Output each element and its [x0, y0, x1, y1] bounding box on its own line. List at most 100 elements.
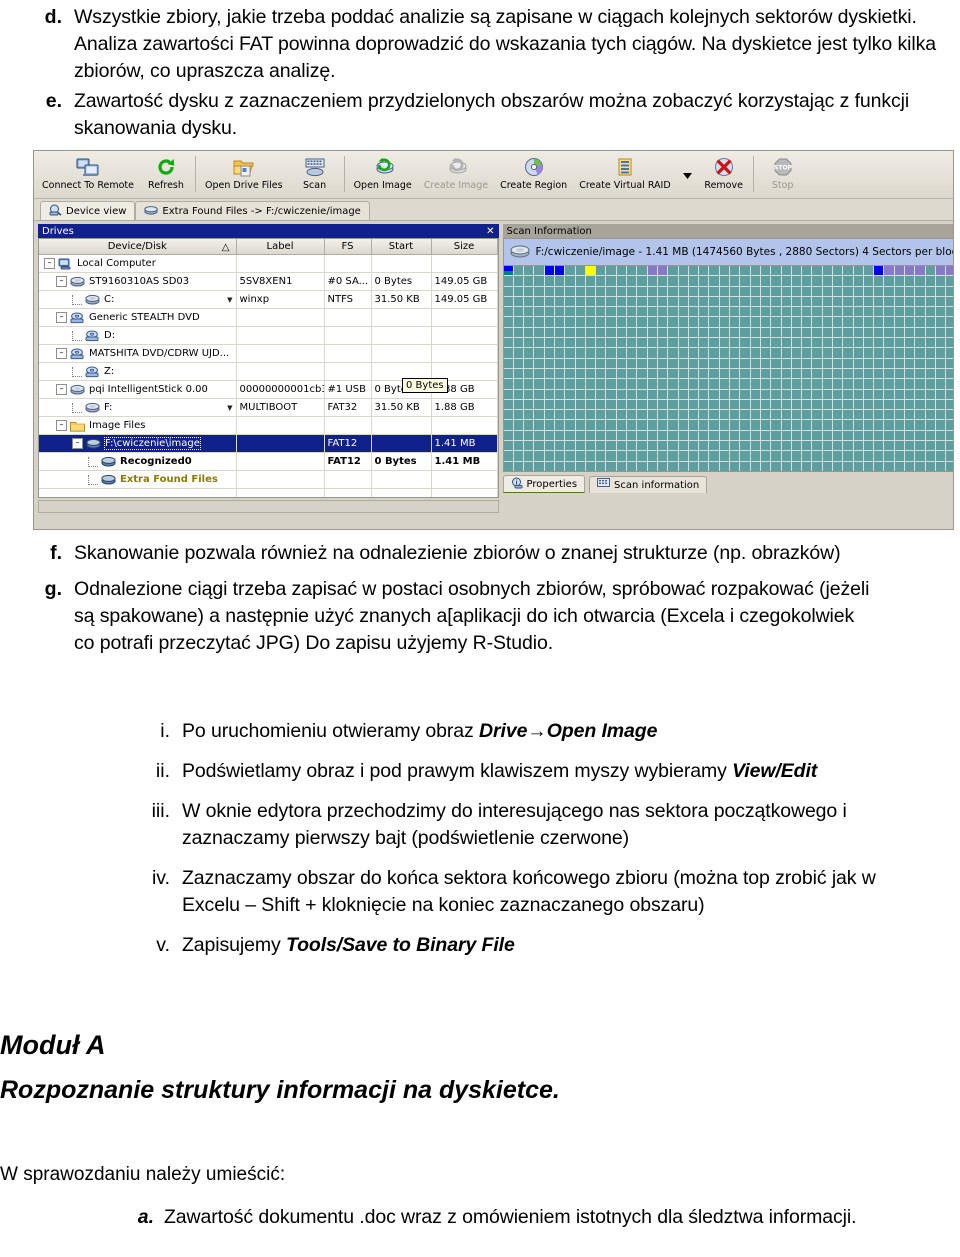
button-properties[interactable]: i Properties	[502, 475, 586, 493]
scan-map-block[interactable]	[699, 389, 710, 400]
scan-map-block[interactable]	[513, 379, 525, 390]
scan-map-block[interactable]	[946, 410, 953, 421]
scan-map-block[interactable]	[925, 430, 936, 442]
scan-map-block[interactable]	[524, 461, 535, 471]
scan-block-map[interactable]	[502, 265, 953, 472]
scan-map-block[interactable]	[719, 348, 731, 359]
scan-map-block[interactable]	[781, 358, 792, 369]
scan-map-block[interactable]	[925, 296, 936, 308]
scan-map-block[interactable]	[524, 441, 535, 452]
scan-map-block[interactable]	[627, 389, 638, 400]
scan-map-block[interactable]	[863, 410, 875, 421]
scan-map-block[interactable]	[905, 296, 916, 308]
scan-map-block[interactable]	[637, 317, 648, 328]
scan-map-block[interactable]	[802, 296, 813, 308]
scan-map-block[interactable]	[544, 307, 555, 318]
scan-map-block[interactable]	[791, 461, 803, 471]
scan-map-block[interactable]	[884, 368, 895, 380]
scan-map-block[interactable]	[678, 317, 689, 328]
scan-map-block[interactable]	[524, 286, 535, 297]
scan-map-block[interactable]	[730, 307, 741, 318]
scan-map-block[interactable]	[544, 286, 555, 297]
scan-map-block[interactable]	[503, 317, 514, 328]
scan-map-block[interactable]	[699, 266, 710, 277]
scan-map-block[interactable]	[915, 338, 926, 349]
scan-map-block[interactable]	[524, 368, 535, 380]
scan-map-block[interactable]	[678, 368, 689, 380]
scan-map-block[interactable]	[750, 296, 761, 308]
scan-map-block[interactable]	[771, 317, 782, 328]
toolbar-button-create-virtual-raid[interactable]: Create Virtual RAID	[573, 153, 676, 198]
scan-map-block[interactable]	[678, 420, 689, 431]
scan-map-block[interactable]	[616, 348, 628, 359]
scan-map-block[interactable]	[884, 348, 895, 359]
scan-map-block[interactable]	[863, 276, 875, 287]
scan-map-block[interactable]	[925, 338, 936, 349]
scan-map-block[interactable]	[565, 379, 576, 390]
scan-map-block[interactable]	[812, 451, 823, 462]
scan-map-block[interactable]	[524, 327, 535, 339]
scan-map-block[interactable]	[544, 327, 555, 339]
scan-map-block[interactable]	[750, 266, 761, 277]
scan-map-block[interactable]	[513, 327, 525, 339]
scan-map-block[interactable]	[503, 307, 514, 318]
scan-map-block[interactable]	[513, 338, 525, 349]
scan-map-block[interactable]	[935, 451, 947, 462]
scan-map-block[interactable]	[719, 389, 731, 400]
scan-map-block[interactable]	[843, 420, 854, 431]
scan-map-block[interactable]	[699, 399, 710, 411]
scan-map-block[interactable]	[524, 307, 535, 318]
scan-map-block[interactable]	[802, 348, 813, 359]
scan-map-block[interactable]	[699, 430, 710, 442]
scan-map-block[interactable]	[894, 410, 906, 421]
scan-map-block[interactable]	[750, 368, 761, 380]
scan-map-block[interactable]	[544, 451, 555, 462]
scan-map-block[interactable]	[750, 317, 761, 328]
scan-map-block[interactable]	[760, 317, 772, 328]
scan-map-block[interactable]	[853, 389, 864, 400]
scan-map-block[interactable]	[719, 441, 731, 452]
scan-map-block[interactable]	[894, 461, 906, 471]
scan-map-block[interactable]	[616, 451, 628, 462]
scan-map-block[interactable]	[688, 307, 700, 318]
scan-map-block[interactable]	[627, 410, 638, 421]
scan-map-block[interactable]	[513, 286, 525, 297]
scan-map-block[interactable]	[596, 358, 607, 369]
scan-map-block[interactable]	[884, 441, 895, 452]
scan-map-block[interactable]	[863, 348, 875, 359]
scan-map-block[interactable]	[565, 276, 576, 287]
scan-map-block[interactable]	[534, 286, 545, 297]
scan-map-block[interactable]	[699, 286, 710, 297]
scan-map-block[interactable]	[822, 389, 833, 400]
scan-map-block[interactable]	[554, 379, 566, 390]
scan-map-block[interactable]	[771, 441, 782, 452]
scan-map-block[interactable]	[925, 266, 936, 277]
scan-map-block[interactable]	[544, 276, 555, 287]
scan-map-block[interactable]	[750, 430, 761, 442]
scan-map-block[interactable]	[627, 420, 638, 431]
scan-map-block[interactable]	[833, 348, 844, 359]
scan-map-block[interactable]	[894, 441, 906, 452]
scan-map-block[interactable]	[699, 379, 710, 390]
scan-map-block[interactable]	[554, 296, 566, 308]
scan-map-block[interactable]	[863, 338, 875, 349]
scan-map-block[interactable]	[781, 379, 792, 390]
scan-map-block[interactable]	[740, 327, 751, 339]
scan-map-block[interactable]	[822, 461, 833, 471]
scan-map-block[interactable]	[863, 317, 875, 328]
scan-map-block[interactable]	[740, 276, 751, 287]
scan-map-block[interactable]	[812, 399, 823, 411]
scan-map-block[interactable]	[812, 348, 823, 359]
scan-map-block[interactable]	[657, 296, 669, 308]
scan-map-block[interactable]	[534, 410, 545, 421]
scan-map-block[interactable]	[843, 338, 854, 349]
scan-map-block[interactable]	[575, 441, 586, 452]
scan-map-block[interactable]	[740, 338, 751, 349]
scan-map-block[interactable]	[812, 420, 823, 431]
scan-map-block[interactable]	[554, 266, 566, 277]
scan-map-block[interactable]	[771, 368, 782, 380]
scan-map-block[interactable]	[688, 399, 700, 411]
scan-map-block[interactable]	[833, 430, 844, 442]
scan-map-block[interactable]	[585, 317, 597, 328]
scan-map-block[interactable]	[554, 327, 566, 339]
